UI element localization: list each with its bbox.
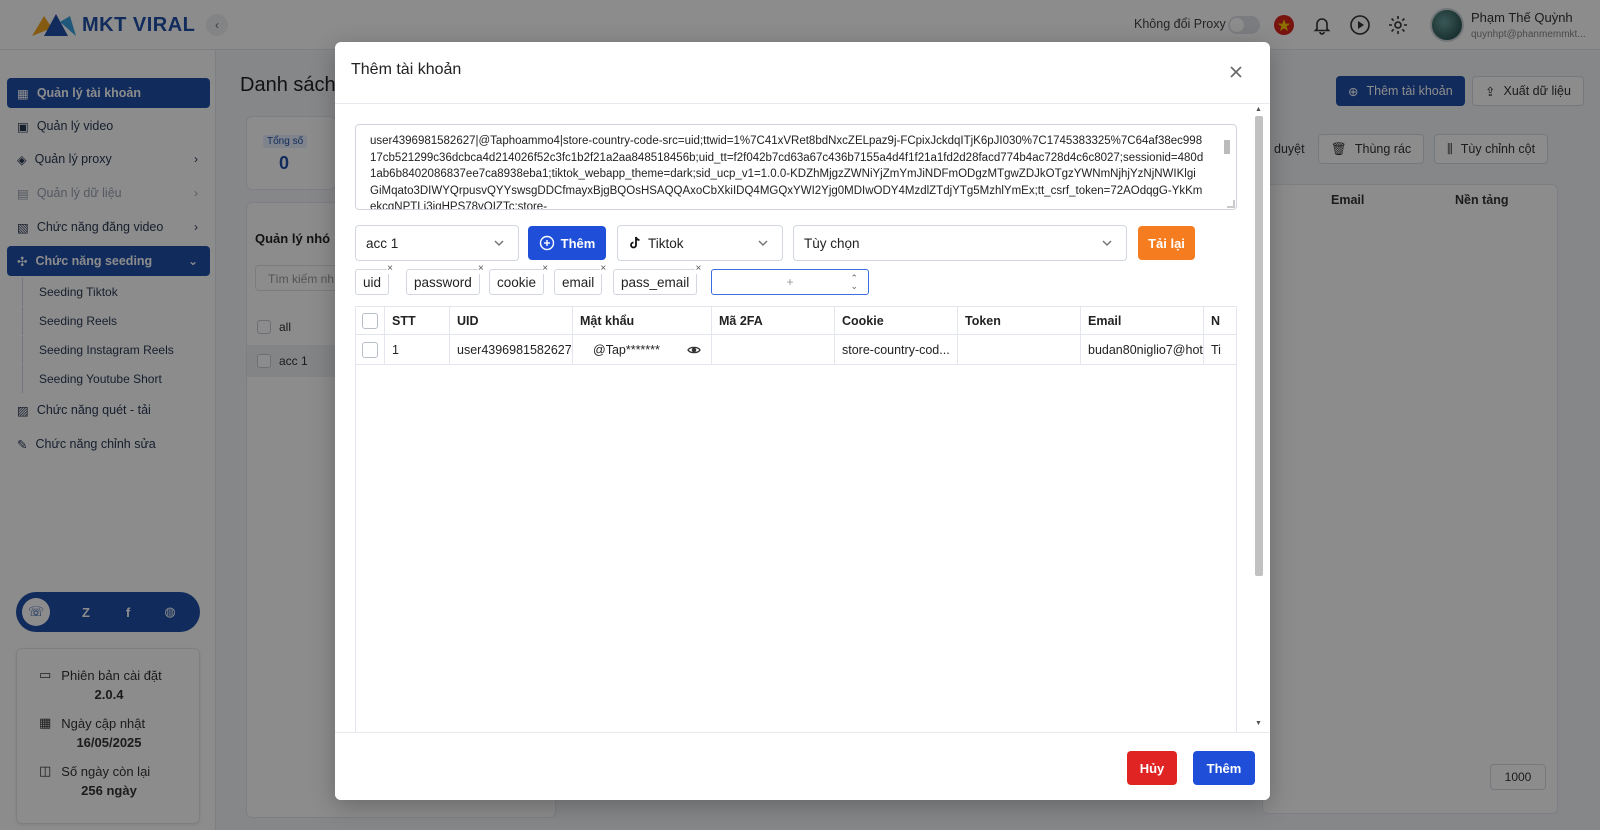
scroll-up-arrow-icon[interactable]: ▲ xyxy=(1255,106,1262,113)
close-icon[interactable]: × xyxy=(695,264,702,274)
chevron-down-icon xyxy=(494,240,504,247)
column-header-token[interactable]: Token xyxy=(958,307,1081,334)
modal-title: Thêm tài khoản xyxy=(351,61,462,78)
platform-select[interactable]: Tiktok xyxy=(617,225,783,261)
cancel-button[interactable]: Hủy xyxy=(1127,751,1177,785)
add-field-placeholder: + xyxy=(786,275,794,289)
chip-label: cookie xyxy=(497,274,537,290)
column-header-email[interactable]: Email xyxy=(1081,307,1204,334)
cell-uid: user4396981582627 xyxy=(450,335,573,364)
chip-label: pass_email xyxy=(621,274,690,290)
option-select-value: Tùy chọn xyxy=(804,235,860,251)
button-label: Tải lại xyxy=(1148,235,1185,251)
row-select-cell xyxy=(356,335,385,364)
column-header-platform[interactable]: N xyxy=(1204,307,1236,334)
submit-button[interactable]: Thêm xyxy=(1193,751,1255,785)
eye-icon[interactable] xyxy=(687,345,701,355)
modal-header: Thêm tài khoản xyxy=(335,42,1270,104)
close-icon xyxy=(1230,66,1242,78)
spinner-arrows-icon: ⌃ ⌄ xyxy=(850,273,858,291)
chevron-down-icon xyxy=(758,240,768,247)
column-header-cookie[interactable]: Cookie xyxy=(835,307,958,334)
add-account-modal: Thêm tài khoản user4396981582627|@Taphoa… xyxy=(335,42,1270,800)
tiktok-icon xyxy=(630,236,640,249)
cell-platform: Ti xyxy=(1204,335,1236,364)
password-masked: @Tap******* xyxy=(593,342,660,357)
chip-label: email xyxy=(562,274,595,290)
account-data-textarea[interactable]: user4396981582627|@Taphoammo4|store-coun… xyxy=(355,124,1237,210)
cell-email: budan80niglio7@hotm xyxy=(1081,335,1204,364)
column-header-password[interactable]: Mật khẩu xyxy=(573,307,712,334)
modal-footer: Hủy Thêm xyxy=(335,732,1270,800)
textarea-resize-handle[interactable] xyxy=(1227,200,1235,208)
close-icon[interactable]: × xyxy=(387,264,394,274)
chevron-down-icon xyxy=(1102,240,1112,247)
add-field-select[interactable]: + ⌃ ⌄ xyxy=(711,269,869,295)
button-label: Hủy xyxy=(1139,760,1165,776)
plus-circle-icon xyxy=(539,235,554,251)
field-chip-password[interactable]: password × xyxy=(406,264,484,295)
chip-label: password xyxy=(414,274,472,290)
close-icon[interactable]: × xyxy=(542,264,549,274)
cell-stt: 1 xyxy=(385,335,450,364)
cell-token xyxy=(958,335,1081,364)
close-icon[interactable]: × xyxy=(477,264,484,274)
table-header: STT UID Mật khẩu Mã 2FA Cookie Token Ema… xyxy=(356,307,1236,335)
accounts-preview-table: STT UID Mật khẩu Mã 2FA Cookie Token Ema… xyxy=(355,306,1237,800)
cell-cookie: store-country-cod... xyxy=(835,335,958,364)
reload-button[interactable]: Tải lại xyxy=(1138,226,1195,260)
cell-2fa xyxy=(712,335,835,364)
field-chip-uid[interactable]: uid × xyxy=(355,264,394,295)
field-chip-cookie[interactable]: cookie × xyxy=(489,264,549,295)
button-label: Thêm xyxy=(1206,760,1242,776)
table-row[interactable]: 1 user4396981582627 @Tap******* store-co… xyxy=(356,335,1236,365)
field-chip-email[interactable]: email × xyxy=(554,264,607,295)
select-all-cell xyxy=(356,307,385,334)
modal-scrollbar[interactable]: ▲ ▼ xyxy=(1252,104,1266,732)
group-select-value: acc 1 xyxy=(366,235,399,251)
close-button[interactable] xyxy=(1224,60,1248,84)
textarea-scrollbar[interactable] xyxy=(1223,132,1231,204)
row-checkbox[interactable] xyxy=(362,341,378,358)
platform-select-value: Tiktok xyxy=(648,235,684,251)
select-all-checkbox[interactable] xyxy=(362,312,378,329)
scrollbar-thumb[interactable] xyxy=(1255,116,1263,576)
field-chip-pass-email[interactable]: pass_email × xyxy=(613,264,702,295)
column-header-stt[interactable]: STT xyxy=(385,307,450,334)
option-select[interactable]: Tùy chọn xyxy=(793,225,1127,261)
add-group-button[interactable]: Thêm xyxy=(528,226,606,260)
chip-label: uid xyxy=(363,274,382,290)
column-header-2fa[interactable]: Mã 2FA xyxy=(712,307,835,334)
button-label: Thêm xyxy=(560,235,596,251)
column-header-uid[interactable]: UID xyxy=(450,307,573,334)
group-select[interactable]: acc 1 xyxy=(355,225,519,261)
close-icon[interactable]: × xyxy=(600,264,607,274)
cell-password: @Tap******* xyxy=(573,335,712,364)
scroll-down-arrow-icon[interactable]: ▼ xyxy=(1255,720,1262,727)
